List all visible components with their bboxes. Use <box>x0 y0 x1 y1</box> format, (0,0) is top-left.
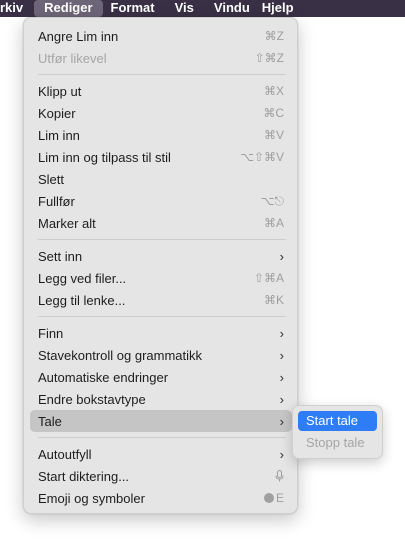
menu-item-label: Start diktering... <box>38 468 130 484</box>
menu-item-label: Finn <box>38 325 64 341</box>
chevron-right-icon: › <box>279 325 284 341</box>
menu-bar: rkiv Rediger Format Vis Vindu Hjelp <box>0 0 405 17</box>
menu-item-fullfor[interactable]: Fullfør ⌥⎋ <box>30 190 292 212</box>
shortcut-text: ⌘C <box>263 106 284 120</box>
menu-item-legg-til-lenke[interactable]: Legg til lenke... ⌘K <box>30 289 292 311</box>
chevron-right-icon: › <box>279 369 284 385</box>
edit-menu: Angre Lim inn ⌘Z Utfør likevel ⇧⌘Z Klipp… <box>23 17 298 514</box>
menu-item-angre-lim-inn[interactable]: Angre Lim inn ⌘Z <box>30 25 292 47</box>
menubar-item-rediger[interactable]: Rediger <box>34 0 103 17</box>
shortcut-text: ⌘K <box>263 293 284 307</box>
menu-item-label: Automatiske endringer <box>38 369 169 385</box>
menu-item-label: Stavekontroll og grammatikk <box>38 347 203 363</box>
menu-separator <box>38 437 286 438</box>
shortcut-text: ⌥⎋ <box>260 193 284 208</box>
chevron-right-icon: › <box>279 347 284 363</box>
menu-item-label: Slett <box>38 171 65 187</box>
menu-item-finn[interactable]: Finn › <box>30 322 292 344</box>
menubar-item-vis[interactable]: Vis <box>169 0 200 17</box>
microphone-icon <box>275 470 284 482</box>
menu-separator <box>38 316 286 317</box>
menu-item-label: Legg ved filer... <box>38 270 127 286</box>
menu-item-automatiske-endringer[interactable]: Automatiske endringer › <box>30 366 292 388</box>
globe-icon <box>263 493 274 503</box>
menubar-item-hjelp[interactable]: Hjelp <box>256 0 300 17</box>
menu-item-endre-bokstavtype[interactable]: Endre bokstavtype › <box>30 388 292 410</box>
menu-item-start-diktering[interactable]: Start diktering... <box>30 465 292 487</box>
menubar-item-arkiv[interactable]: rkiv <box>0 0 34 17</box>
tale-submenu: Start tale Stopp tale <box>292 405 383 459</box>
menu-item-autoutfyll[interactable]: Autoutfyll › <box>30 443 292 465</box>
menu-item-label: Sett inn <box>38 248 83 264</box>
menu-item-tale[interactable]: Tale › <box>30 410 292 432</box>
menu-item-label: Marker alt <box>38 215 96 231</box>
menu-item-lim-inn-og-tilpass[interactable]: Lim inn og tilpass til stil ⌥⇧⌘V <box>30 146 292 168</box>
menu-separator <box>38 239 286 240</box>
shortcut-text: ⌘V <box>263 128 284 142</box>
chevron-right-icon: › <box>279 248 284 264</box>
chevron-right-icon: › <box>279 413 284 429</box>
menu-separator <box>38 74 286 75</box>
menu-item-stavekontroll[interactable]: Stavekontroll og grammatikk › <box>30 344 292 366</box>
menu-item-sett-inn[interactable]: Sett inn › <box>30 245 292 267</box>
menu-item-marker-alt[interactable]: Marker alt ⌘A <box>30 212 292 234</box>
menu-item-kopier[interactable]: Kopier ⌘C <box>30 102 292 124</box>
menu-item-label: Kopier <box>38 105 76 121</box>
menu-item-label: Klipp ut <box>38 83 82 99</box>
chevron-right-icon: › <box>279 391 284 407</box>
menu-item-label: Tale <box>38 413 62 429</box>
chevron-right-icon: › <box>279 446 284 462</box>
shortcut-text: ⇧⌘A <box>253 271 284 285</box>
menu-item-label: Endre bokstavtype <box>38 391 146 407</box>
menubar-item-vindu[interactable]: Vindu <box>208 0 256 17</box>
submenu-item-stopp-tale[interactable]: Stopp tale <box>298 433 377 453</box>
submenu-item-start-tale[interactable]: Start tale <box>298 411 377 431</box>
shortcut-text: ⌘A <box>263 216 284 230</box>
menu-item-label: Emoji og symboler <box>38 490 145 506</box>
menu-item-label: Lim inn og tilpass til stil <box>38 149 171 165</box>
menu-item-label: Legg til lenke... <box>38 292 126 308</box>
menu-item-utfor-likevel[interactable]: Utfør likevel ⇧⌘Z <box>30 47 292 69</box>
menu-item-label: Fullfør <box>38 193 75 209</box>
menubar-item-format[interactable]: Format <box>105 0 161 17</box>
menu-item-label: Autoutfyll <box>38 446 92 462</box>
shortcut-text: ⌘Z <box>264 29 284 43</box>
menu-item-lim-inn[interactable]: Lim inn ⌘V <box>30 124 292 146</box>
menu-item-label: Angre Lim inn <box>38 28 119 44</box>
menu-item-label: Lim inn <box>38 127 80 143</box>
shortcut-text: ⇧⌘Z <box>254 51 284 65</box>
shortcut-text: E <box>263 491 284 505</box>
shortcut-text: ⌥⇧⌘V <box>240 150 284 164</box>
menu-item-klipp-ut[interactable]: Klipp ut ⌘X <box>30 80 292 102</box>
menu-item-label: Utfør likevel <box>38 50 107 66</box>
menu-item-legg-ved-filer[interactable]: Legg ved filer... ⇧⌘A <box>30 267 292 289</box>
shortcut-text: ⌘X <box>263 84 284 98</box>
menu-item-slett[interactable]: Slett <box>30 168 292 190</box>
menu-item-emoji-og-symboler[interactable]: Emoji og symboler E <box>30 487 292 509</box>
